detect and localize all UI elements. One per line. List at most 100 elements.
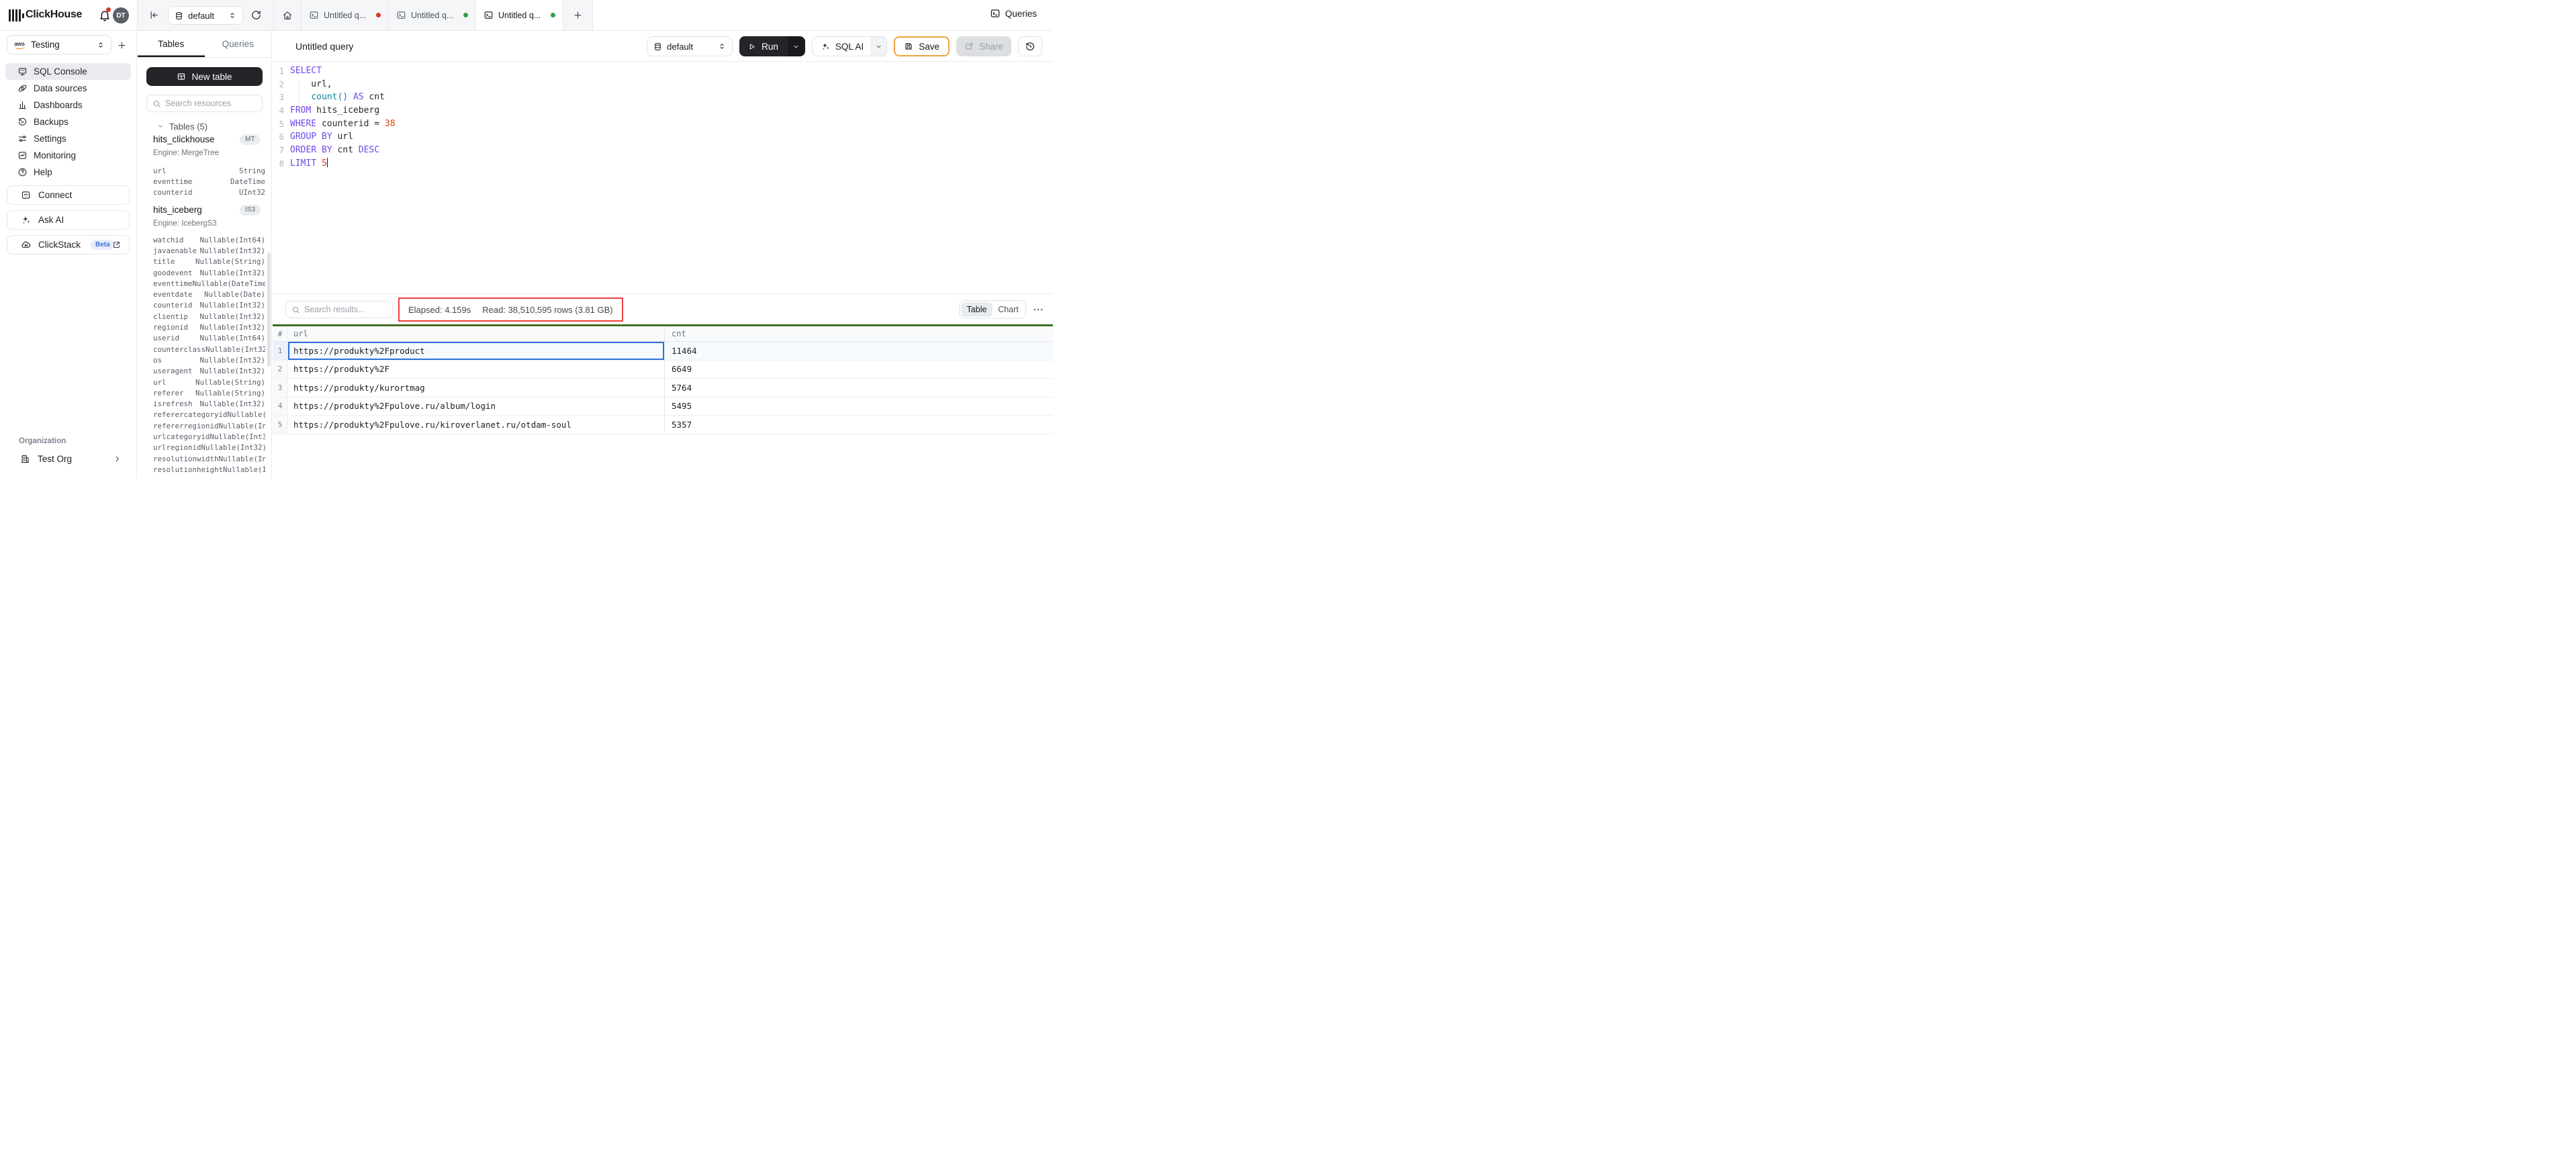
sidebar-item[interactable]: Help xyxy=(5,164,131,181)
column-row[interactable]: os Nullable(Int32) xyxy=(153,355,265,365)
search-results-input[interactable] xyxy=(285,301,393,318)
toggle-table[interactable]: Table xyxy=(961,302,993,317)
query-tab[interactable]: Untitled q... xyxy=(388,0,475,30)
column-row[interactable]: regionid Nullable(Int32) xyxy=(153,322,265,332)
sidebar-item[interactable]: Settings xyxy=(5,130,131,147)
column-row[interactable]: referercategoryid Nullable(I xyxy=(153,410,265,420)
column-row[interactable]: resolutionwidth Nullable(Int xyxy=(153,453,265,464)
tables-section-label: Tables (5) xyxy=(169,122,208,132)
avatar[interactable]: DT xyxy=(113,7,129,24)
column-row[interactable]: isrefresh Nullable(Int32) xyxy=(153,398,265,409)
cnt-column-header[interactable]: cnt xyxy=(665,326,1053,341)
new-table-button[interactable]: New table xyxy=(146,67,263,86)
table-entry-hits-iceberg[interactable]: hits_iceberg IS3 xyxy=(153,205,266,215)
table-row[interactable]: 1 https://produkty%2Fproduct 11464 xyxy=(273,342,1053,361)
column-row[interactable]: url String xyxy=(153,165,265,176)
add-service-button[interactable] xyxy=(114,38,129,52)
url-cell[interactable]: https://produkty%2Fproduct xyxy=(288,342,665,360)
tab-queries[interactable]: Queries xyxy=(205,31,272,57)
queries-button[interactable]: Queries xyxy=(990,8,1037,19)
clickstack-button[interactable]: ClickStack Beta xyxy=(7,235,130,254)
column-row[interactable]: referer Nullable(String) xyxy=(153,387,265,398)
column-row[interactable]: urlregionid Nullable(Int32) xyxy=(153,442,265,453)
column-name: referercategoryid xyxy=(153,410,228,419)
sidebar-item[interactable]: Dashboards xyxy=(5,97,131,113)
table-row[interactable]: 5 https://produkty%2Fpulove.ru/kiroverla… xyxy=(273,416,1053,434)
cnt-cell[interactable]: 5357 xyxy=(665,416,1053,434)
collapse-sidebar-icon[interactable] xyxy=(148,9,160,21)
column-row[interactable]: refererregionid Nullable(Int xyxy=(153,420,265,431)
column-row[interactable]: title Nullable(String) xyxy=(153,256,265,267)
new-tab-button[interactable] xyxy=(563,0,592,30)
table-row[interactable]: 4 https://produkty%2Fpulove.ru/album/log… xyxy=(273,397,1053,416)
column-row[interactable]: resolutionheight Nullable(In xyxy=(153,464,265,475)
terminal-icon xyxy=(309,10,319,20)
sql-ai-options-button[interactable] xyxy=(870,37,886,56)
column-row[interactable]: watchid Nullable(Int64) xyxy=(153,234,265,245)
cnt-cell[interactable]: 6649 xyxy=(665,361,1053,379)
run-options-button[interactable] xyxy=(788,36,805,56)
sql-ai-button[interactable]: SQL AI xyxy=(813,37,870,56)
sidebar-item[interactable]: SQL Console xyxy=(5,63,131,80)
column-row[interactable]: clientip Nullable(Int32) xyxy=(153,311,265,322)
tables-section-header[interactable]: Tables (5) xyxy=(138,120,208,132)
url-column-header[interactable]: url xyxy=(288,326,665,341)
url-cell[interactable]: https://produkty/kurortmag xyxy=(288,379,665,397)
toggle-chart[interactable]: Chart xyxy=(993,302,1024,317)
column-row[interactable]: eventtime DateTime xyxy=(153,176,265,187)
explorer-tabs: Tables Queries xyxy=(138,31,271,58)
editor-database-selector[interactable]: default xyxy=(647,36,733,56)
tab-tables[interactable]: Tables xyxy=(138,31,205,57)
column-row[interactable]: userid Nullable(Int64) xyxy=(153,333,265,344)
column-row[interactable]: eventdate Nullable(Date) xyxy=(153,289,265,299)
chevron-down-icon xyxy=(157,123,164,130)
external-link-icon xyxy=(112,240,121,249)
query-tab[interactable]: Untitled q... xyxy=(475,0,563,30)
sidebar-item[interactable]: Monitoring xyxy=(5,147,131,164)
column-row[interactable]: javaenable Nullable(Int32) xyxy=(153,245,265,256)
notifications-bell-icon[interactable] xyxy=(98,9,111,22)
url-cell[interactable]: https://produkty%2Fpulove.ru/kiroverlane… xyxy=(288,416,665,434)
sidebar-item[interactable]: Data sources xyxy=(5,80,131,97)
sql-code[interactable]: 1SELECT2 url,3 count() AS cnt4FROM hits_… xyxy=(273,64,1053,171)
query-tab[interactable]: Untitled q... xyxy=(301,0,388,30)
table-row[interactable]: 2 https://produkty%2F 6649 xyxy=(273,361,1053,379)
scrollbar-thumb[interactable] xyxy=(267,252,271,367)
save-button[interactable]: Save xyxy=(894,36,950,56)
url-cell[interactable]: https://produkty%2Fpulove.ru/album/login xyxy=(288,397,665,416)
column-row[interactable]: counterid Nullable(Int32) xyxy=(153,300,265,311)
column-row[interactable]: eventtime Nullable(DateTime6 xyxy=(153,278,265,289)
cnt-cell[interactable]: 5764 xyxy=(665,379,1053,397)
run-button[interactable]: Run xyxy=(739,36,788,56)
column-row[interactable]: url Nullable(String) xyxy=(153,377,265,387)
query-history-button[interactable] xyxy=(1018,36,1042,56)
ask-ai-button[interactable]: Ask AI xyxy=(7,210,130,230)
search-resources-input[interactable] xyxy=(146,95,263,112)
column-name: regionid xyxy=(153,323,188,332)
cnt-cell[interactable]: 5495 xyxy=(665,397,1053,416)
url-cell[interactable]: https://produkty%2F xyxy=(288,361,665,379)
resource-explorer: Tables Queries New table Tables (5) hits… xyxy=(138,31,272,479)
service-controls: default xyxy=(137,0,274,30)
workspace-selector[interactable]: aws Testing xyxy=(7,35,111,54)
sql-editor[interactable]: 1SELECT2 url,3 count() AS cnt4FROM hits_… xyxy=(273,62,1053,293)
connect-button[interactable]: Connect xyxy=(7,185,130,205)
column-row[interactable]: useragent Nullable(Int32) xyxy=(153,366,265,377)
column-type: Nullable(Int32) xyxy=(199,301,265,310)
more-options-button[interactable] xyxy=(1032,303,1044,316)
column-row[interactable]: counterid UInt32 xyxy=(153,187,265,198)
share-button[interactable]: Share xyxy=(956,36,1011,56)
query-title[interactable]: Untitled query xyxy=(295,41,353,52)
column-name: eventtime xyxy=(153,177,193,186)
column-row[interactable]: goodevent Nullable(Int32) xyxy=(153,267,265,278)
sidebar-item[interactable]: Backups xyxy=(5,113,131,130)
home-tab-button[interactable] xyxy=(274,0,301,30)
organization-row[interactable]: Test Org xyxy=(7,450,130,468)
refresh-icon[interactable] xyxy=(250,9,262,21)
database-selector[interactable]: default xyxy=(168,6,243,25)
table-entry-hits-clickhouse[interactable]: hits_clickhouse MT xyxy=(153,134,266,144)
column-row[interactable]: counterclass Nullable(Int32) xyxy=(153,344,265,355)
cnt-cell[interactable]: 11464 xyxy=(665,342,1053,360)
column-row[interactable]: urlcategoryid Nullable(Int32 xyxy=(153,431,265,442)
table-row[interactable]: 3 https://produkty/kurortmag 5764 xyxy=(273,379,1053,397)
